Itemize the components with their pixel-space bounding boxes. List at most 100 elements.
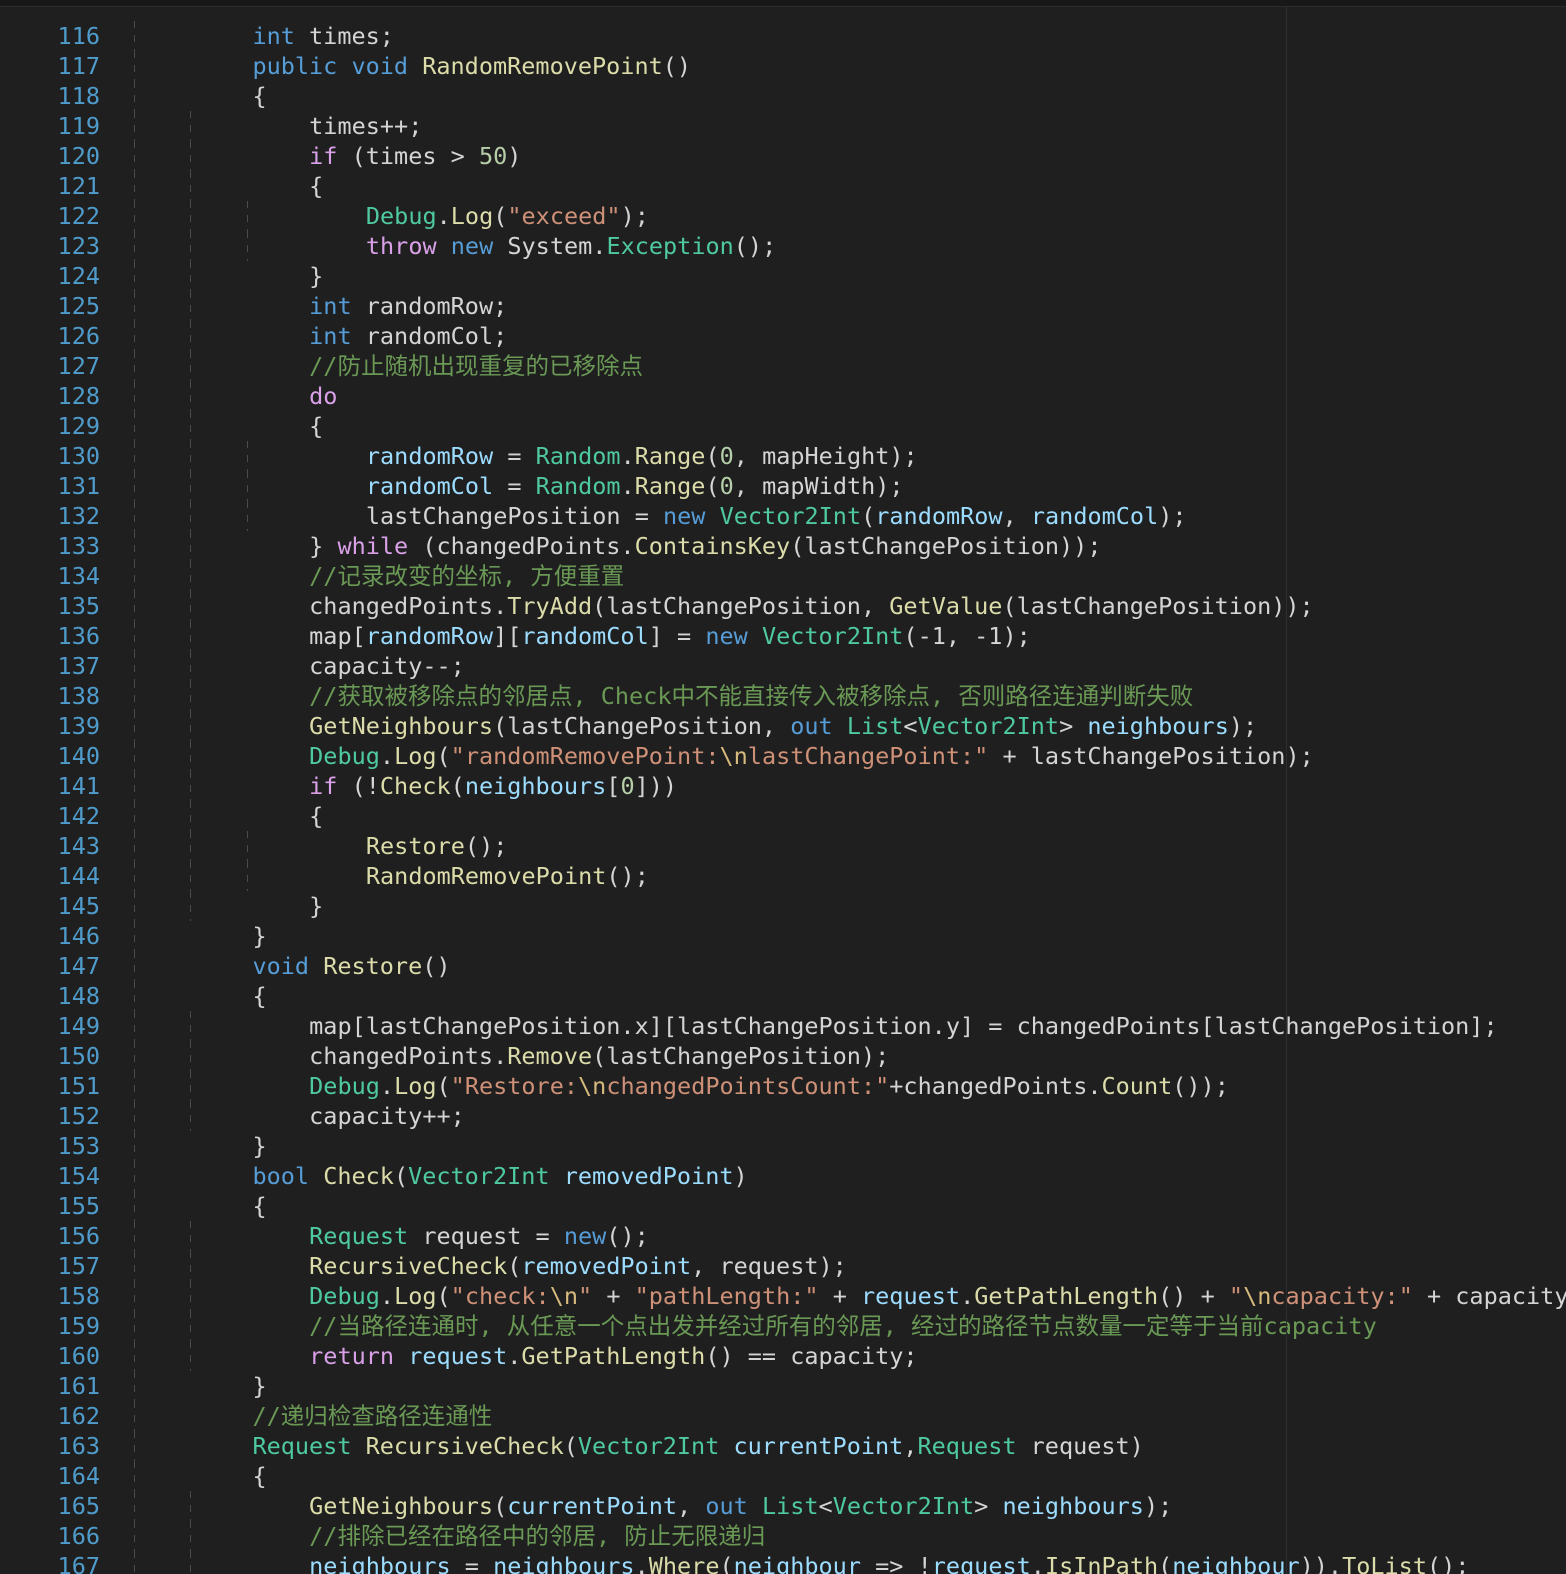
code-line[interactable]: public void RandomRemovePoint() (252, 51, 691, 81)
indent-guide (134, 1311, 135, 1341)
token-plain (351, 1432, 365, 1460)
token-plain: ); (621, 202, 649, 230)
code-line[interactable]: capacity--; (309, 651, 465, 681)
token-plain: . (380, 742, 394, 770)
code-line[interactable]: //当路径连通时, 从任意一个点出发并经过所有的邻居, 经过的路径节点数量一定等… (309, 1311, 1377, 1341)
code-line[interactable]: { (252, 1461, 266, 1491)
token-ctrl: if (309, 772, 337, 800)
indent-guide (134, 1341, 135, 1371)
code-line[interactable]: map[lastChangePosition.x][lastChangePosi… (309, 1011, 1497, 1041)
code-line[interactable]: Debug.Log("Restore:\nchangedPointsCount:… (309, 1071, 1229, 1101)
code-line[interactable]: Request request = new(); (309, 1221, 649, 1251)
line-number: 133 (0, 531, 100, 561)
token-plain: { (252, 1462, 266, 1490)
code-line[interactable]: } (309, 261, 323, 291)
token-method: Log (451, 202, 493, 230)
code-line[interactable]: if (times > 50) (309, 141, 521, 171)
code-line[interactable]: { (309, 411, 323, 441)
token-method: RandomRemovePoint (422, 52, 663, 80)
code-line[interactable]: Restore(); (366, 831, 508, 861)
code-line[interactable]: RandomRemovePoint(); (366, 861, 649, 891)
token-var: neighbours (493, 1552, 634, 1574)
token-plain: ); (1144, 1492, 1172, 1520)
indent-guide (190, 321, 191, 351)
code-line[interactable]: } (252, 921, 266, 951)
code-line[interactable]: } (309, 891, 323, 921)
code-line[interactable]: if (!Check(neighbours[0])) (309, 771, 677, 801)
indent-guide (134, 1041, 135, 1071)
code-text-area[interactable]: int times;public void RandomRemovePoint(… (126, 7, 1566, 1574)
token-plain: )). (1300, 1552, 1342, 1574)
code-editor[interactable]: 1161171181191201211221231241251261271281… (0, 0, 1566, 1574)
indent-guide (134, 321, 135, 351)
code-line[interactable]: } (252, 1131, 266, 1161)
indent-guide (190, 291, 191, 321)
code-line[interactable]: lastChangePosition = new Vector2Int(rand… (366, 501, 1187, 531)
token-plain: . (592, 232, 606, 260)
code-line[interactable]: changedPoints.Remove(lastChangePosition)… (309, 1041, 889, 1071)
code-line[interactable]: do (309, 381, 337, 411)
token-plain: { (309, 172, 323, 200)
token-plain: > (1059, 712, 1087, 740)
line-number: 122 (0, 201, 100, 231)
code-line[interactable]: Debug.Log("exceed"); (366, 201, 649, 231)
token-plain: ( (437, 742, 451, 770)
code-line[interactable]: int times; (252, 21, 394, 51)
code-line[interactable]: map[randomRow][randomCol] = new Vector2I… (309, 621, 1031, 651)
code-line[interactable]: { (309, 171, 323, 201)
code-line[interactable]: int randomCol; (309, 321, 507, 351)
token-plain (394, 1342, 408, 1370)
token-plain (705, 502, 719, 530)
code-line[interactable]: { (252, 81, 266, 111)
code-line[interactable]: //防止随机出现重复的已移除点 (309, 351, 643, 381)
code-line[interactable]: { (252, 1191, 266, 1221)
code-line[interactable]: } while (changedPoints.ContainsKey(lastC… (309, 531, 1101, 561)
code-line[interactable]: //记录改变的坐标, 方便重置 (309, 561, 624, 591)
code-line[interactable]: return request.GetPathLength() == capaci… (309, 1341, 917, 1371)
token-plain: } (252, 1132, 266, 1160)
code-line[interactable]: randomCol = Random.Range(0, mapWidth); (366, 471, 904, 501)
token-method: Remove (507, 1042, 592, 1070)
code-line[interactable]: capacity++; (309, 1101, 465, 1131)
token-plain: map[lastChangePosition.x][lastChangePosi… (309, 1012, 1497, 1040)
code-line[interactable]: GetNeighbours(currentPoint, out List<Vec… (309, 1491, 1172, 1521)
token-num: 0 (720, 442, 734, 470)
line-number: 137 (0, 651, 100, 681)
indent-guide (134, 1251, 135, 1281)
code-line[interactable]: Debug.Log("check:\n" + "pathLength:" + r… (309, 1281, 1566, 1311)
indent-guide (190, 1221, 191, 1251)
code-line[interactable]: void Restore() (252, 951, 450, 981)
code-line[interactable]: RecursiveCheck(removedPoint, request); (309, 1251, 847, 1281)
code-line[interactable]: { (309, 801, 323, 831)
code-line[interactable]: } (252, 1371, 266, 1401)
code-line[interactable]: times++; (309, 111, 422, 141)
token-var: currentPoint (507, 1492, 677, 1520)
code-line[interactable]: int randomRow; (309, 291, 507, 321)
indent-guide (190, 471, 191, 501)
line-number-gutter[interactable]: 1161171181191201211221231241251261271281… (0, 7, 126, 1574)
code-line[interactable]: randomRow = Random.Range(0, mapHeight); (366, 441, 918, 471)
indent-guide (190, 1041, 191, 1071)
token-method: TryAdd (507, 592, 592, 620)
token-plain: request) (1017, 1432, 1144, 1460)
line-number: 123 (0, 231, 100, 261)
indent-guide (190, 771, 191, 801)
code-line[interactable]: //排除已经在路径中的邻居, 防止无限递归 (309, 1521, 765, 1551)
token-type: List (762, 1492, 819, 1520)
indent-guide (190, 531, 191, 561)
token-kw: int (309, 322, 351, 350)
code-line[interactable]: { (252, 981, 266, 1011)
token-var: removedPoint (564, 1162, 734, 1190)
token-kw: void (351, 52, 408, 80)
code-line[interactable]: GetNeighbours(lastChangePosition, out Li… (309, 711, 1257, 741)
token-kw: bool (252, 1162, 309, 1190)
code-line[interactable]: bool Check(Vector2Int removedPoint) (252, 1161, 747, 1191)
code-line[interactable]: Debug.Log("randomRemovePoint:\nlastChang… (309, 741, 1314, 771)
code-line[interactable]: //获取被移除点的邻居点, Check中不能直接传入被移除点, 否则路径连通判断… (309, 681, 1193, 711)
code-line[interactable]: throw new System.Exception(); (366, 231, 776, 261)
code-line[interactable]: //递归检查路径连通性 (252, 1401, 492, 1431)
code-line[interactable]: neighbours = neighbours.Where(neighbour … (309, 1551, 1469, 1574)
code-line[interactable]: changedPoints.TryAdd(lastChangePosition,… (309, 591, 1314, 621)
token-str: "check: (451, 1282, 550, 1310)
code-line[interactable]: Request RecursiveCheck(Vector2Int curren… (252, 1431, 1143, 1461)
